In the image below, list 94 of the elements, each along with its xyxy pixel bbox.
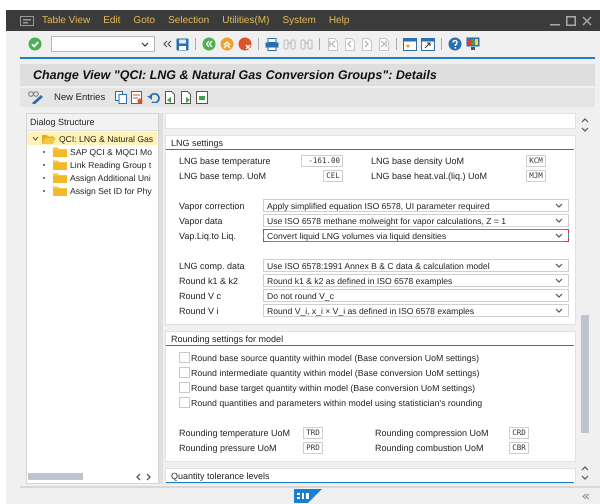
menu-item[interactable]: Table View — [42, 15, 90, 26]
select-entry-icon[interactable] — [196, 91, 208, 104]
caret-icon[interactable] — [555, 278, 563, 283]
folder-icon — [53, 172, 67, 182]
dropdown-field[interactable]: Use ISO 6578 methane molweight for vapor calculations, Z = 1 — [263, 214, 569, 227]
folder-icon — [53, 160, 67, 170]
caret-icon[interactable] — [555, 218, 563, 223]
undo-icon[interactable] — [147, 92, 160, 103]
field-label: Round k1 & k2 — [179, 276, 240, 286]
caret-icon[interactable] — [555, 293, 563, 298]
field-label: Round V c — [179, 290, 222, 300]
screen-title: Change View "QCI: LNG & Natural Gas Conversion Groups": Details — [33, 68, 437, 82]
print-icon[interactable] — [265, 38, 279, 50]
field-label: Vap.Liq.to Liq. — [179, 230, 237, 240]
tree-item[interactable]: Link Reading Group t — [70, 160, 152, 170]
chevron-down-icon[interactable] — [581, 127, 589, 133]
field-label: Rounding temperature UoM — [179, 428, 292, 438]
copy-icon[interactable] — [115, 91, 128, 104]
checkbox-label: Round base target quantity within model (Base conversion UoM settings) — [191, 382, 476, 392]
menu-item[interactable]: Selection — [168, 15, 210, 26]
checkbox[interactable] — [179, 352, 190, 363]
field-label: Round V i — [179, 306, 220, 316]
monitor-icon[interactable] — [466, 37, 480, 51]
dropdown-field[interactable]: Round k1 & k2 as defined in ISO 6578 examples — [263, 274, 569, 287]
field-label: Vapor correction — [179, 200, 246, 210]
new-entries-button[interactable]: New Entries — [51, 91, 108, 104]
menu-item[interactable]: System — [282, 15, 316, 26]
panel-header: Dialog Structure — [27, 114, 158, 131]
dropdown-field[interactable]: Use ISO 6578:1991 Annex B & C data & calculation model — [263, 259, 569, 272]
cancel-icon[interactable] — [238, 37, 252, 51]
chevron-down-icon[interactable] — [581, 475, 589, 481]
save-icon[interactable] — [176, 38, 189, 50]
dropdown-field[interactable]: Convert liquid LNG volumes via liquid densities — [263, 229, 569, 242]
section-header: Rounding settings for model — [166, 332, 574, 346]
caret-icon[interactable] — [555, 203, 563, 208]
scrollbar-thumb[interactable] — [581, 315, 589, 433]
new-window-icon[interactable] — [403, 38, 417, 50]
checkbox-label: Round base source quantity within model (Base conversion UoM settings) — [191, 352, 479, 362]
field-label: LNG comp. data — [179, 260, 246, 270]
double-chevron-icon[interactable] — [163, 40, 172, 48]
menu-item[interactable]: Help — [328, 15, 350, 26]
checkbox[interactable] — [179, 367, 190, 378]
chevron-right-icon[interactable] — [146, 472, 152, 480]
folder-icon — [42, 134, 56, 144]
field-label: LNG base heat.val.(liq.) UoM — [371, 170, 488, 180]
chevron-up-icon[interactable] — [581, 117, 589, 123]
chevron-left-icon[interactable] — [135, 472, 141, 480]
caret-icon[interactable] — [32, 135, 39, 142]
glasses-pencil-icon[interactable] — [28, 91, 44, 104]
caret-icon[interactable] — [141, 42, 149, 46]
logo-icon — [294, 489, 322, 503]
menu-item[interactable]: Utilities(M) — [222, 15, 270, 26]
menu-item[interactable]: Goto — [133, 15, 156, 26]
delete-icon[interactable] — [131, 91, 144, 104]
checkbox[interactable] — [179, 397, 190, 408]
folder-icon — [53, 186, 67, 196]
close-icon[interactable] — [582, 16, 592, 26]
section-header: Quantity tolerance levels — [166, 469, 574, 483]
dropdown-field[interactable]: Do not round V_c — [263, 289, 569, 302]
caret-icon[interactable] — [555, 308, 563, 313]
scrollbar-thumb[interactable] — [28, 473, 83, 480]
help-icon[interactable] — [448, 37, 462, 51]
caret-icon[interactable] — [555, 263, 563, 268]
maximize-icon[interactable] — [566, 16, 576, 26]
field-label: Rounding compression UoM — [375, 428, 490, 438]
checkbox-label: Round quantities and parameters within model using statistician's rounding — [191, 398, 482, 408]
field-label: Vapor data — [179, 216, 224, 226]
menu-item[interactable]: Edit — [103, 15, 120, 26]
next-entry-icon[interactable] — [180, 91, 192, 104]
back-icon[interactable] — [202, 37, 216, 51]
checkbox[interactable] — [179, 382, 190, 393]
double-chevron-icon[interactable] — [582, 492, 590, 500]
check-icon[interactable] — [28, 37, 42, 51]
checkbox-label: Round intermediate quantity within model (Base conversion UoM settings) — [191, 368, 480, 378]
field-label: Rounding pressure UoM — [179, 442, 278, 452]
field-label: LNG base temp. UoM — [179, 170, 268, 180]
tree-item[interactable]: Assign Set ID for Phy — [70, 186, 152, 196]
field-label: LNG base temperature — [179, 156, 272, 166]
tree-item[interactable]: QCI: LNG & Natural Gas — [59, 134, 154, 144]
dropdown-field[interactable]: Round V_i, x_i × V_i as defined in ISO 6578 examples — [263, 304, 569, 317]
caret-icon[interactable] — [555, 233, 563, 238]
dropdown-field[interactable]: Apply simplified equation ISO 6578, UI parameter required — [263, 199, 569, 212]
previous-entry-icon[interactable] — [164, 91, 176, 104]
menu-icon[interactable] — [20, 16, 34, 26]
folder-icon — [53, 146, 67, 156]
shortcut-icon[interactable] — [421, 38, 435, 50]
chevron-up-icon[interactable] — [581, 465, 589, 471]
command-field[interactable] — [51, 36, 155, 52]
tree-item[interactable]: SAP QCI & MQCI Mo — [70, 146, 152, 156]
field-label: LNG base density UoM — [371, 156, 466, 166]
section-header: LNG settings — [166, 136, 574, 150]
tree-item[interactable]: Assign Additional Uni — [70, 172, 151, 182]
field-label: Rounding combustion UoM — [375, 442, 485, 452]
tree-node[interactable]: QCI: LNG & Natural Gas — [27, 132, 157, 145]
